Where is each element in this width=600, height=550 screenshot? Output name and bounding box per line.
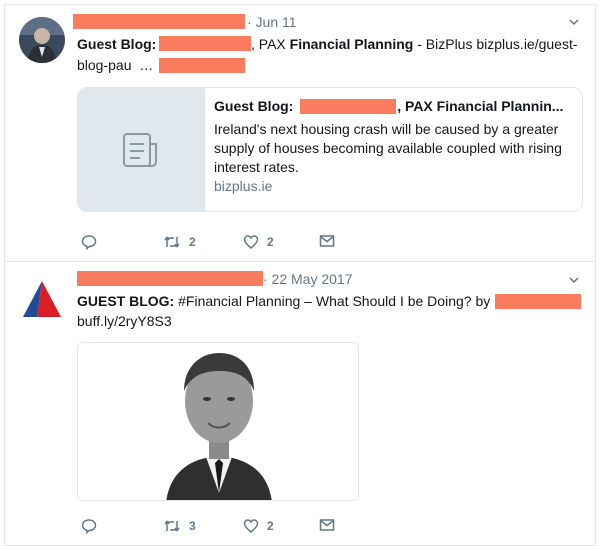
tweet-text-after: – What Should I be Doing? by	[300, 293, 491, 309]
redacted-text	[495, 294, 581, 309]
retweet-button[interactable]: 3	[163, 518, 196, 534]
tweet-link[interactable]: buff.ly/2ryY8S3	[77, 311, 172, 331]
envelope-icon	[319, 235, 335, 247]
tweet-text-mid: , PAX	[251, 36, 290, 52]
card-thumbnail	[78, 88, 205, 211]
tweet-text: , PAX Financial Planning - BizPlus bizpl…	[251, 34, 578, 54]
redacted-name	[77, 271, 263, 286]
tweet-text-lead: GUEST BLOG:	[77, 293, 175, 309]
tweet-text: GUEST BLOG: #Financial Planning – What S…	[77, 291, 490, 311]
card-domain: bizplus.ie	[214, 178, 273, 194]
reply-icon	[81, 235, 97, 250]
tweet-text-lead: Guest Blog:	[77, 36, 157, 52]
chevron-down-icon[interactable]	[568, 15, 580, 31]
reply-button[interactable]	[81, 518, 97, 534]
chevron-down-icon[interactable]	[568, 273, 580, 289]
card-title-tail: , PAX Financial Plannin...	[397, 98, 564, 114]
link-card[interactable]: Guest Blog: , PAX Financial Plannin... I…	[77, 87, 583, 212]
document-icon	[123, 133, 157, 167]
retweet-count: 2	[189, 235, 196, 249]
logo-icon	[23, 281, 61, 317]
ellipsis: …	[139, 57, 154, 73]
message-button[interactable]	[319, 518, 335, 532]
like-button[interactable]: 2	[243, 234, 274, 250]
tweet-photo[interactable]	[77, 342, 359, 501]
like-count: 2	[267, 519, 274, 533]
tweet-link-tail[interactable]: blog-pau …	[77, 55, 153, 75]
redacted-text	[159, 58, 245, 73]
tweet-timestamp[interactable]: · 22 May 2017	[263, 271, 353, 287]
reply-icon	[81, 519, 97, 534]
retweet-button[interactable]: 2	[163, 234, 196, 250]
envelope-icon	[319, 519, 335, 531]
redacted-text	[159, 36, 251, 51]
like-count: 2	[267, 235, 274, 249]
avatar[interactable]	[19, 17, 65, 63]
tweet-actions: 2 2	[77, 234, 357, 252]
retweet-count: 3	[189, 519, 196, 533]
redacted-name	[73, 14, 245, 29]
heart-icon	[243, 519, 259, 533]
like-button[interactable]: 2	[243, 518, 274, 534]
retweet-icon	[164, 520, 180, 532]
avatar[interactable]	[19, 277, 65, 323]
redacted-text	[300, 99, 396, 114]
tweet-timestamp[interactable]: · Jun 11	[247, 14, 297, 30]
tweet-divider	[5, 261, 595, 262]
tweet-actions: 3 2	[77, 518, 357, 536]
person-photo	[78, 343, 358, 500]
message-button[interactable]	[319, 234, 335, 248]
tweet-link-text[interactable]: blog-pau	[77, 57, 132, 73]
reply-button[interactable]	[81, 234, 97, 250]
heart-icon	[243, 235, 259, 249]
tweet-timeline: · Jun 11 Guest Blog: , PAX Financial Pla…	[4, 4, 596, 546]
tweet-text-after: - BizPlus bizplus.ie/guest-	[413, 36, 578, 52]
hashtag-link[interactable]: #Financial Planning	[174, 293, 300, 309]
tweet-text-bold: Financial Planning	[289, 36, 414, 52]
card-title-lead: Guest Blog:	[214, 98, 294, 114]
card-description: Ireland's next housing crash will be cau…	[214, 121, 562, 175]
retweet-icon	[164, 236, 180, 248]
